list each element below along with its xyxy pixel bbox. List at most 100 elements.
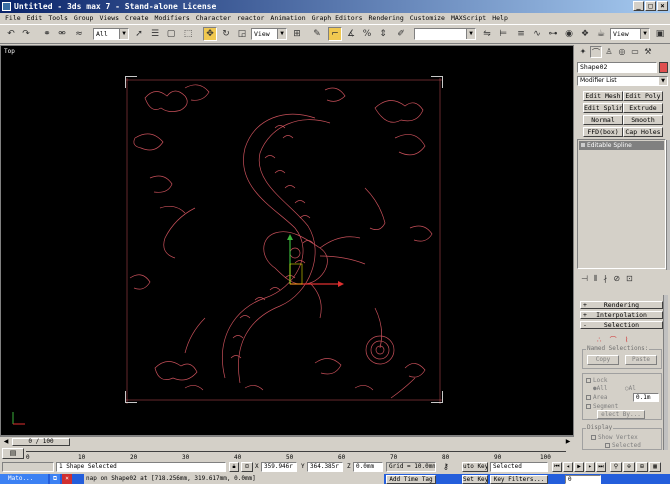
manipulate-icon[interactable]: ✎: [310, 27, 324, 41]
menu-reactor[interactable]: reactor: [234, 13, 267, 24]
cap-holes-button[interactable]: Cap Holes: [623, 127, 663, 137]
time-slider-thumb[interactable]: 0 / 100: [12, 438, 70, 446]
create-tab-icon[interactable]: ✦: [577, 46, 589, 58]
bind-space-warp-icon[interactable]: ≈: [72, 27, 86, 41]
dragon-spline-artwork[interactable]: [125, 78, 442, 404]
align-icon[interactable]: ⊨: [496, 27, 510, 41]
set-key-button[interactable]: Set Key: [462, 475, 488, 484]
menu-tools[interactable]: Tools: [45, 13, 71, 24]
redo-icon[interactable]: ↷: [19, 27, 33, 41]
maxscript-listener-mini[interactable]: [2, 462, 54, 472]
current-frame-field[interactable]: 0: [565, 475, 601, 484]
go-to-end-icon[interactable]: ⏭: [596, 462, 606, 472]
render-type-dropdown[interactable]: View ▼: [610, 28, 650, 40]
select-object-icon[interactable]: ➚: [132, 27, 146, 41]
rotate-icon[interactable]: ↻: [219, 27, 233, 41]
all-radio[interactable]: ●All: [593, 385, 607, 392]
reference-coord-dropdown[interactable]: View ▼: [251, 28, 287, 40]
auto-key-button[interactable]: uto Key: [462, 462, 488, 472]
menu-create[interactable]: Create: [122, 13, 151, 24]
open-mini-curve-editor-icon[interactable]: ▤: [2, 448, 24, 459]
menu-maxscript[interactable]: MAXScript: [448, 13, 489, 24]
menu-rendering[interactable]: Rendering: [366, 13, 407, 24]
hierarchy-tab-icon[interactable]: ♙: [603, 46, 615, 58]
pivot-center-icon[interactable]: ⊞: [290, 27, 304, 41]
stack-item-editable-spline[interactable]: Editable Spline: [579, 141, 664, 150]
render-scene-icon[interactable]: ❖: [578, 27, 592, 41]
alike-radio[interactable]: ○Al: [625, 385, 636, 392]
edit-spline-button[interactable]: Edit Spline: [583, 103, 623, 113]
add-time-tag-button[interactable]: Add Time Tag: [386, 475, 436, 484]
key-filters-button[interactable]: Key Filters...: [490, 475, 548, 484]
prev-key-icon[interactable]: ◂: [563, 462, 573, 472]
mirror-icon[interactable]: ⇋: [480, 27, 494, 41]
object-color-swatch[interactable]: [659, 62, 668, 73]
zoom-all-icon[interactable]: ⊕: [623, 462, 635, 472]
key-icon[interactable]: ⚷: [443, 462, 449, 472]
play-icon[interactable]: ▶: [574, 462, 584, 472]
window-crossing-icon[interactable]: ⬚: [181, 27, 195, 41]
area-value-field[interactable]: 0.1m: [633, 393, 659, 402]
display-tab-icon[interactable]: ▭: [629, 46, 641, 58]
subobject-level-icons[interactable]: ∴ ⌒ ⌇: [597, 335, 647, 344]
top-viewport[interactable]: Top: [0, 45, 574, 436]
area-selection-checkbox[interactable]: Area: [586, 394, 607, 401]
show-end-result-icon[interactable]: ⫴: [594, 273, 597, 285]
menu-edit[interactable]: Edit: [24, 13, 46, 24]
viewport-label[interactable]: Top: [4, 48, 15, 55]
menu-customize[interactable]: Customize: [407, 13, 448, 24]
close-icon[interactable]: ×: [62, 474, 72, 484]
percent-snap-icon[interactable]: %: [360, 27, 374, 41]
app-icon[interactable]: [2, 2, 11, 11]
schematic-view-icon[interactable]: ⊶: [546, 27, 560, 41]
stack-scrollbar[interactable]: [666, 140, 670, 270]
next-frame-icon[interactable]: ▶: [564, 438, 572, 446]
curve-editor-icon[interactable]: ∿: [530, 27, 544, 41]
make-unique-icon[interactable]: ∤: [603, 273, 607, 285]
close-button[interactable]: ×: [657, 1, 668, 11]
menu-character[interactable]: Character: [193, 13, 234, 24]
unlink-icon[interactable]: ⚮: [55, 27, 69, 41]
extrude-button[interactable]: Extrude: [623, 103, 663, 113]
undo-icon[interactable]: ↶: [4, 27, 18, 41]
absolute-mode-icon[interactable]: ⊡: [241, 462, 253, 472]
motion-tab-icon[interactable]: ◎: [616, 46, 628, 58]
time-slider[interactable]: ◀ 0 / 100 ▶: [0, 436, 574, 447]
ffd-box-button[interactable]: FFD(box): [583, 127, 623, 137]
go-to-start-icon[interactable]: ⏮: [552, 462, 562, 472]
modify-tab-icon[interactable]: ⌒: [590, 46, 602, 58]
menu-modifiers[interactable]: Modifiers: [152, 13, 193, 24]
interpolation-rollout[interactable]: + Interpolation: [580, 311, 663, 319]
selected-only-checkbox[interactable]: Selected: [605, 442, 641, 449]
edit-poly-button[interactable]: Edit Poly: [623, 91, 663, 101]
copy-button[interactable]: Copy: [587, 355, 619, 365]
selection-rollout[interactable]: - Selection: [580, 321, 663, 329]
restore-icon[interactable]: ⧉: [50, 474, 60, 484]
segment-end-checkbox[interactable]: Segment: [586, 403, 618, 410]
lock-selection-icon[interactable]: 🔒︎: [229, 462, 239, 472]
minimize-button[interactable]: _: [633, 1, 644, 11]
utilities-tab-icon[interactable]: ⚒: [642, 46, 654, 58]
pin-stack-icon[interactable]: ⊣: [581, 273, 588, 285]
key-filter-mode-dropdown[interactable]: Selected: [490, 462, 548, 472]
taskbar-app-button[interactable]: Mato...: [0, 474, 48, 484]
maximize-button[interactable]: □: [645, 1, 656, 11]
material-editor-icon[interactable]: ◉: [562, 27, 576, 41]
prev-frame-icon[interactable]: ◀: [2, 438, 10, 446]
command-panel-scrollbar[interactable]: [663, 295, 668, 450]
paste-button[interactable]: Paste: [625, 355, 657, 365]
rendering-rollout[interactable]: + Rendering: [580, 301, 663, 309]
zoom-extents-icon[interactable]: ⊞: [636, 462, 648, 472]
select-by-button[interactable]: elect By...: [597, 410, 645, 419]
select-by-name-icon[interactable]: ☰: [148, 27, 162, 41]
menu-help[interactable]: Help: [489, 13, 511, 24]
object-name-field[interactable]: Shape02: [577, 62, 657, 73]
edit-named-selection-icon[interactable]: ✐: [394, 27, 408, 41]
menu-views[interactable]: Views: [96, 13, 122, 24]
move-icon[interactable]: ✥: [203, 27, 217, 41]
menu-file[interactable]: File: [2, 13, 24, 24]
zoom-icon[interactable]: ⚲: [610, 462, 622, 472]
next-key-icon[interactable]: ▸: [585, 462, 595, 472]
show-vertex-numbers-checkbox[interactable]: Show Vertex: [591, 434, 638, 441]
modifier-list-dropdown[interactable]: Modifier List ▼: [577, 76, 668, 86]
